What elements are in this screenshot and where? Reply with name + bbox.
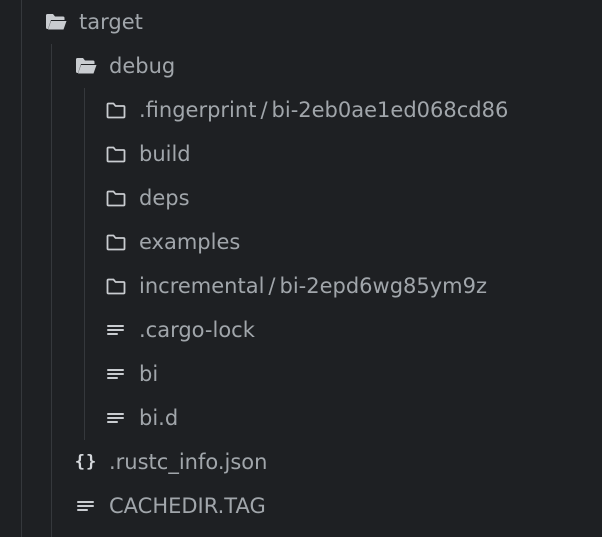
tree-item-label: deps	[139, 186, 190, 210]
indent-guide-debug	[84, 88, 85, 440]
indent-guide-root	[21, 0, 22, 537]
folder-icon	[105, 143, 127, 165]
tree-item-label: bi	[139, 362, 159, 386]
tree-item-cargo-lock[interactable]: .cargo-lock	[105, 308, 255, 352]
tree-item-label: bi.d	[139, 406, 179, 430]
tree-item-label: .rustc_info.json	[109, 450, 268, 474]
tree-item-label: incremental	[139, 274, 265, 298]
tree-item-build[interactable]: build	[105, 132, 191, 176]
file-text-icon	[75, 495, 97, 517]
file-tree: target debug .fingerprint / bi-2eb0ae1ed…	[0, 0, 602, 537]
braces-icon: {}	[74, 452, 98, 472]
tree-item-label: debug	[109, 54, 176, 78]
folder-icon	[105, 99, 127, 121]
tree-item-label: build	[139, 142, 191, 166]
tree-item-examples[interactable]: examples	[105, 220, 240, 264]
path-separator: /	[268, 274, 276, 298]
tree-item-deps[interactable]: deps	[105, 176, 190, 220]
tree-item-label: CACHEDIR.TAG	[109, 494, 266, 518]
tree-item-sublabel: bi-2epd6wg85ym9z	[279, 274, 488, 298]
tree-item-incremental[interactable]: incremental / bi-2epd6wg85ym9z	[105, 264, 487, 308]
folder-icon	[105, 187, 127, 209]
file-text-icon	[105, 407, 127, 429]
tree-item-rustc-info[interactable]: {} .rustc_info.json	[74, 440, 268, 484]
tree-item-label: examples	[139, 230, 241, 254]
folder-icon	[105, 275, 127, 297]
tree-item-target[interactable]: target	[45, 0, 143, 44]
folder-open-icon	[45, 11, 67, 33]
tree-item-cachedir-tag[interactable]: CACHEDIR.TAG	[75, 484, 266, 528]
file-text-icon	[105, 319, 127, 341]
tree-item-label: .cargo-lock	[139, 318, 255, 342]
file-text-icon	[105, 363, 127, 385]
tree-item-label: target	[79, 10, 143, 34]
folder-open-icon	[75, 55, 97, 77]
folder-icon	[105, 231, 127, 253]
tree-item-debug[interactable]: debug	[75, 44, 175, 88]
path-separator: /	[260, 98, 268, 122]
tree-item-bi[interactable]: bi	[105, 352, 158, 396]
indent-guide-target	[51, 44, 52, 537]
tree-item-fingerprint[interactable]: .fingerprint / bi-2eb0ae1ed068cd86	[105, 88, 508, 132]
tree-item-label: .fingerprint	[139, 98, 257, 122]
tree-item-bi-d[interactable]: bi.d	[105, 396, 178, 440]
tree-item-sublabel: bi-2eb0ae1ed068cd86	[271, 98, 509, 122]
